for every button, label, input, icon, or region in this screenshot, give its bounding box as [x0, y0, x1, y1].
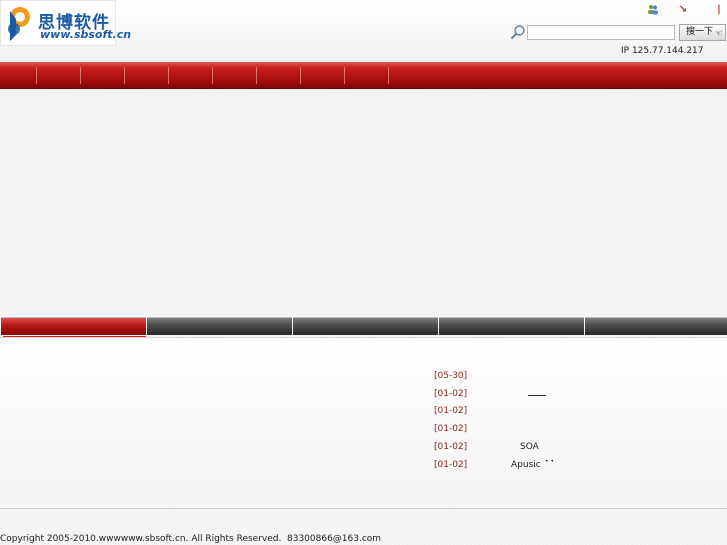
- hand-cursor-icon: ☜: [714, 29, 723, 39]
- nav-item[interactable]: [0, 62, 36, 89]
- search-input[interactable]: [527, 25, 675, 40]
- footer-email[interactable]: 83300866@163.com: [287, 534, 381, 544]
- arrow-icon[interactable]: ↘: [676, 4, 690, 16]
- nav-item[interactable]: [301, 62, 344, 89]
- tab-5[interactable]: [585, 317, 727, 335]
- news-divider: [528, 395, 546, 396]
- tab-3[interactable]: [293, 317, 438, 335]
- nav-item[interactable]: [345, 62, 388, 89]
- search-icon[interactable]: [510, 24, 526, 40]
- bar-icon[interactable]: |: [712, 4, 726, 16]
- news-date: [05-30]: [434, 371, 468, 381]
- news-date: [01-02]: [434, 424, 468, 434]
- news-date: [01-02]: [434, 406, 468, 416]
- site-logo[interactable]: 思博软件 www.sbsoft.cn: [0, 0, 131, 46]
- tab-bar: [0, 317, 727, 337]
- nav-separator: [388, 67, 389, 84]
- nav-item[interactable]: [37, 62, 80, 89]
- news-panel: [0, 337, 727, 509]
- nav-item[interactable]: [213, 62, 256, 89]
- banner-area: [0, 90, 727, 317]
- main-nav: [0, 62, 727, 89]
- footer-copyright: Copyright 2005-2010.wwwwww.sbsoft.cn. Al…: [0, 534, 282, 544]
- ip-address-text: IP 125.77.144.217: [621, 46, 704, 56]
- search-button-label: 搜一下: [686, 27, 714, 37]
- nav-item[interactable]: [169, 62, 212, 89]
- news-dots: • •: [545, 458, 554, 465]
- news-title-link[interactable]: Apusic: [511, 460, 541, 470]
- nav-item[interactable]: [257, 62, 300, 89]
- news-date: [01-02]: [434, 442, 468, 452]
- news-date: [01-02]: [434, 460, 468, 470]
- nav-item[interactable]: [125, 62, 168, 89]
- news-title-link[interactable]: SOA: [520, 442, 539, 452]
- tab-1[interactable]: [1, 317, 146, 335]
- logo-mark-icon: [8, 7, 30, 41]
- logo-text-url: www.sbsoft.cn: [40, 28, 132, 41]
- tab-4[interactable]: [439, 317, 584, 335]
- nav-item[interactable]: [81, 62, 124, 89]
- news-date: [01-02]: [434, 389, 468, 399]
- users-icon[interactable]: [646, 4, 660, 16]
- tab-2[interactable]: [147, 317, 292, 335]
- search-button[interactable]: 搜一下 ☜: [679, 24, 726, 41]
